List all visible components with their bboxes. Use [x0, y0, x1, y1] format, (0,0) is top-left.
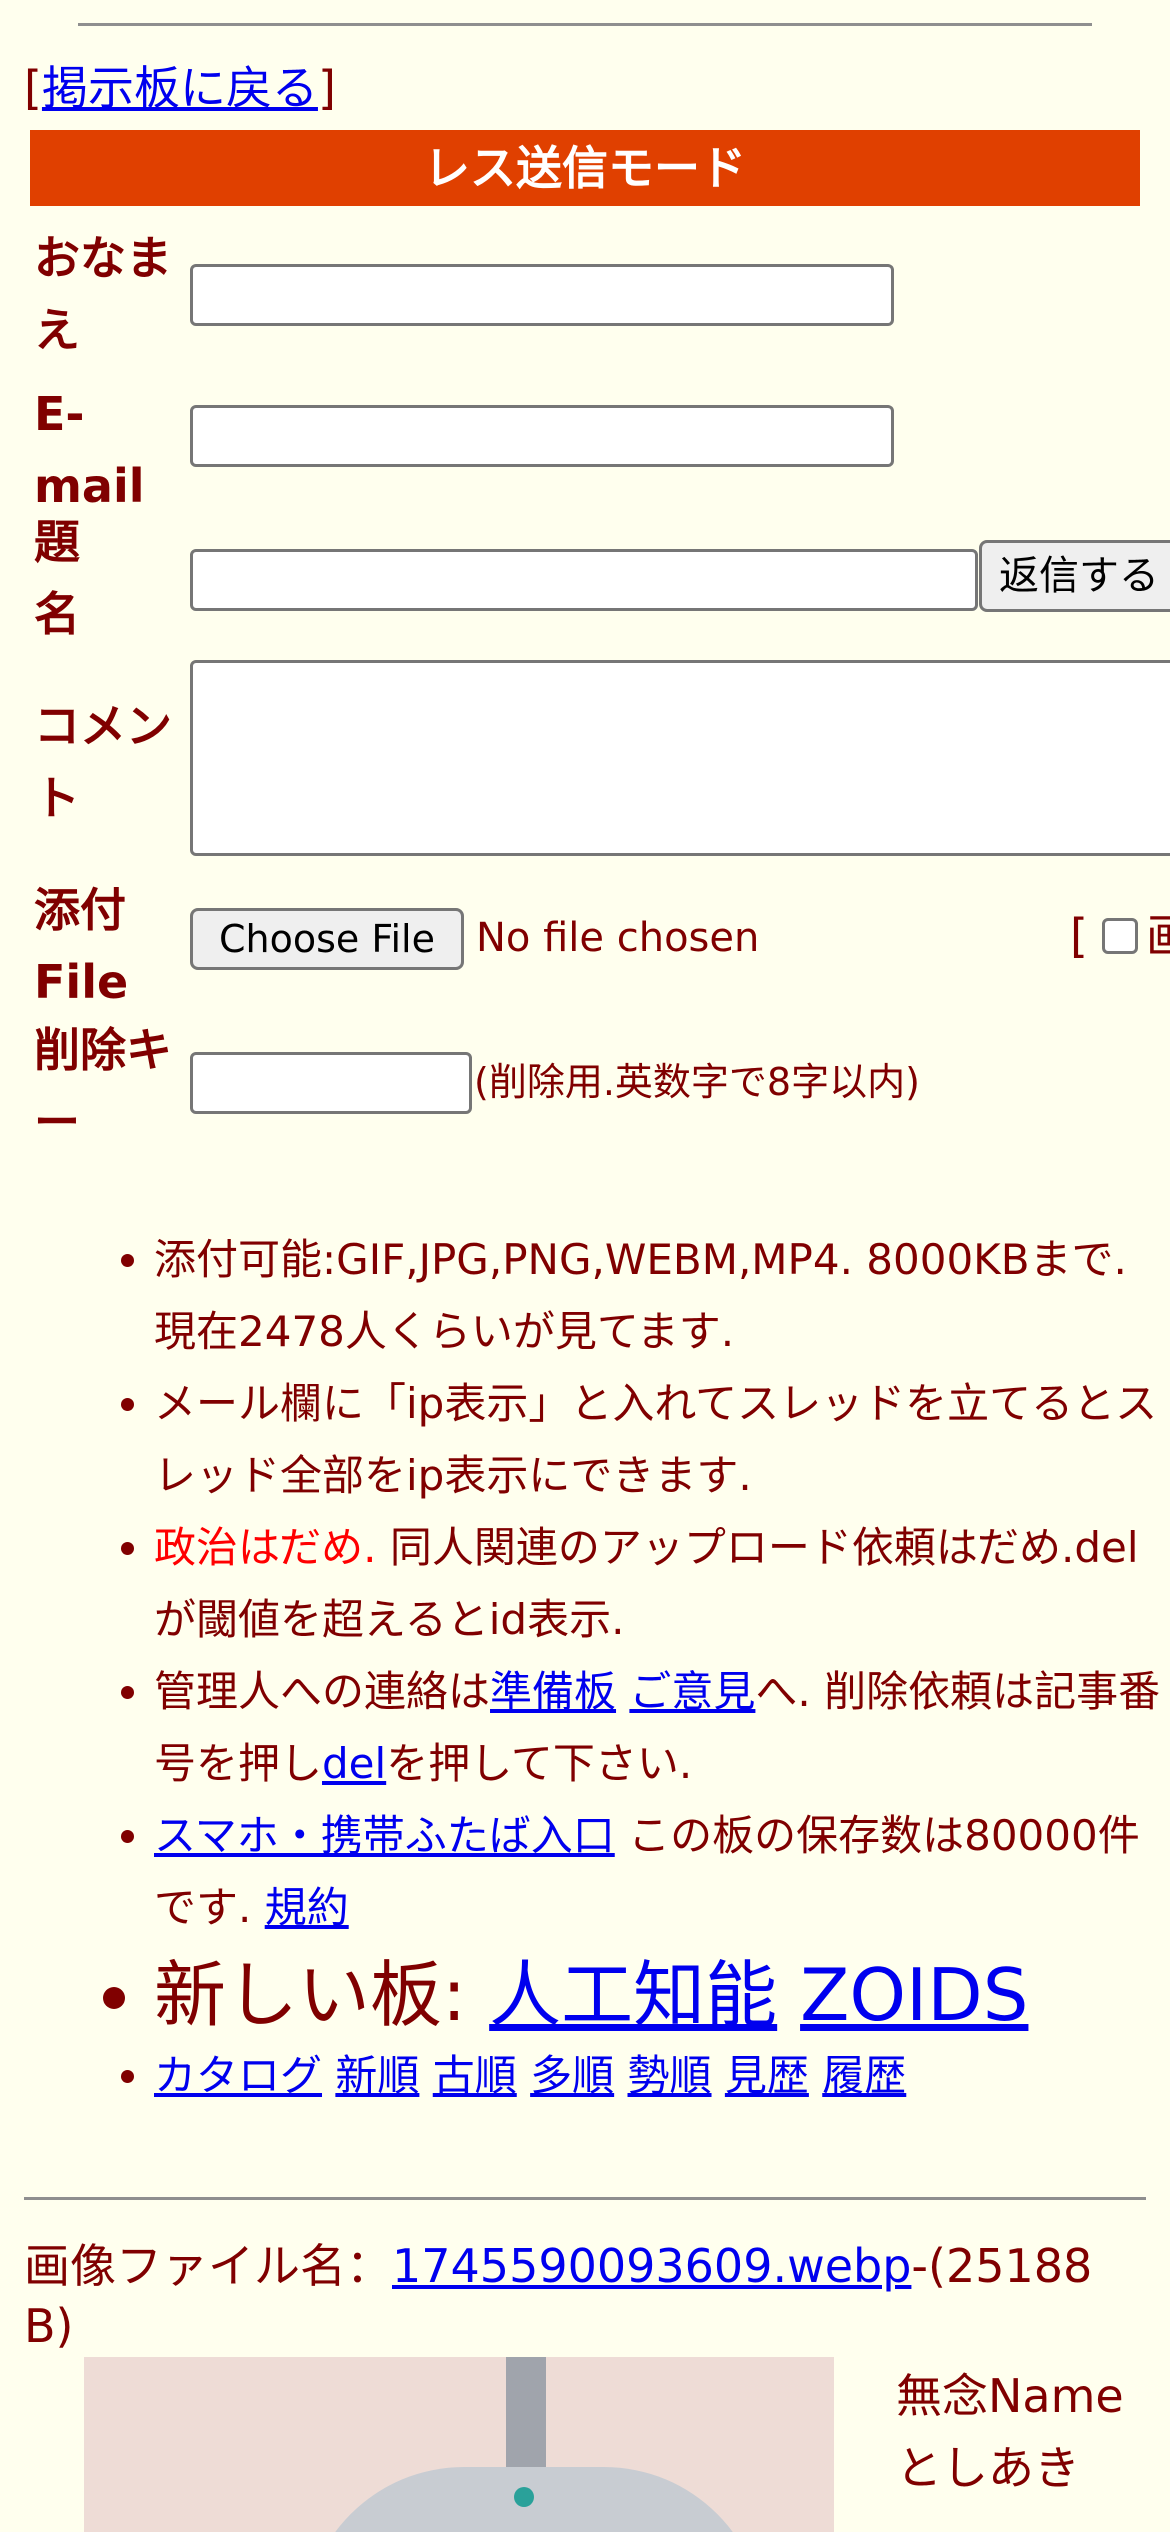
new-boards-label: 新しい板: [154, 1953, 490, 2037]
thumbnail-figure-gem [514, 2487, 534, 2507]
subject-input[interactable] [190, 549, 978, 611]
rule-new-boards: 新しい板: 人工知能 ZOIDS [154, 1950, 1170, 2040]
post-header: 無念Name としあき [896, 2360, 1124, 2504]
rule-politics: 政治はだめ. 同人関連のアップロード依頼はだめ.delが閾値を超えるとid表示. [154, 1512, 1170, 1656]
reply-mode-title: レス送信モード [30, 130, 1140, 206]
nav-momentum[interactable]: 勢順 [628, 2051, 712, 2100]
prep-board-link[interactable]: 準備板 [490, 1667, 616, 1716]
del-link[interactable]: del [322, 1739, 386, 1788]
top-divider [78, 23, 1092, 26]
rule-contact-text-c: を押して下さい. [386, 1739, 693, 1788]
rule-attachments: 添付可能:GIF,JPG,PNG,WEBM,MP4. 8000KBまで. 現在2… [154, 1224, 1170, 1368]
comment-label: コメン ト [34, 690, 184, 834]
nav-post-history[interactable]: 履歴 [822, 2051, 906, 2100]
back-to-board-link[interactable]: 掲示板に戻る [42, 61, 318, 115]
thumbnail-figure-head [304, 2467, 764, 2532]
subject-label: 題 名 [34, 506, 184, 650]
feedback-link[interactable]: ご意見 [629, 1667, 755, 1716]
nav-most-replies[interactable]: 多順 [530, 2051, 614, 2100]
nav-oldest[interactable]: 古順 [433, 2051, 517, 2100]
back-to-board: [掲示板に戻る] [24, 58, 336, 118]
rule-contact: 管理人への連絡は準備板 ご意見へ. 削除依頼は記事番号を押しdelを押して下さい… [154, 1656, 1170, 1800]
file-info-label: 画像ファイル名： [24, 2239, 392, 2293]
post-poster-name: としあき [896, 2441, 1080, 2495]
terms-link[interactable]: 規約 [265, 1883, 349, 1932]
nav-viewed-history[interactable]: 見歴 [725, 2051, 809, 2100]
rule-ip-display: メール欄に「ip表示」と入れてスレッドを立てるとスレッド全部をip表示にできます… [154, 1368, 1170, 1512]
name-label-line2: え [34, 303, 80, 357]
delete-key-note: (削除用.英数字で8字以内) [474, 1060, 920, 1104]
post-file-info: 画像ファイル名：1745590093609.webp-(25188 B) [24, 2236, 1154, 2356]
rule-politics-warning: 政治はだめ. [154, 1523, 377, 1572]
file-label-line2: File [34, 955, 129, 1009]
catalog-nav: カタログ 新順 古順 多順 勢順 見歴 履歴 [154, 2040, 1170, 2112]
file-label: 添付 File [34, 874, 184, 1018]
comment-textarea[interactable] [190, 660, 1170, 856]
thread-divider [24, 2197, 1146, 2200]
delete-key-label-line2: ー [34, 1095, 80, 1149]
board-rules-list: 添付可能:GIF,JPG,PNG,WEBM,MP4. 8000KBまで. 現在2… [0, 1224, 1170, 2112]
subject-label-line2: 名 [34, 587, 80, 641]
nav-catalog[interactable]: カタログ [154, 2051, 322, 2100]
post-subject-name: 無念Name [896, 2369, 1124, 2423]
name-label-line1: おなま [34, 231, 172, 285]
choose-file-button[interactable]: Choose File [190, 908, 464, 970]
bracket-close: ] [317, 61, 336, 115]
nav-newest[interactable]: 新順 [335, 2051, 419, 2100]
ai-board-link[interactable]: 人工知能 [489, 1953, 777, 2037]
delete-key-label-line1: 削除キ [34, 1023, 172, 1077]
no-file-text: No file chosen [476, 915, 760, 961]
subject-label-line1: 題 [34, 515, 80, 569]
zoids-board-link[interactable]: ZOIDS [800, 1953, 1028, 2037]
reply-submit-button[interactable]: 返信する [979, 540, 1170, 612]
file-label-line1: 添付 [34, 883, 126, 937]
name-label: おなま え [34, 222, 184, 366]
mobile-entrance-link[interactable]: スマホ・携帯ふたば入口 [154, 1811, 615, 1860]
delete-key-label: 削除キ ー [34, 1014, 184, 1158]
name-input[interactable] [190, 264, 894, 326]
delete-key-input[interactable] [190, 1052, 472, 1114]
rule-attachments-text: 添付可能:GIF,JPG,PNG,WEBM,MP4. 8000KBまで. 現在2… [154, 1235, 1127, 1356]
rule-ip-display-text: メール欄に「ip表示」と入れてスレッドを立てるとスレッド全部をip表示にできます… [154, 1379, 1158, 1500]
rule-mobile: スマホ・携帯ふたば入口 この板の保存数は80000件です. 規約 [154, 1800, 1170, 1944]
post-image-thumbnail[interactable] [84, 2357, 834, 2532]
file-name-link[interactable]: 1745590093609.webp [392, 2239, 911, 2293]
comment-label-line2: ト [34, 771, 80, 825]
image-option-bracket: [ [1070, 909, 1088, 963]
email-input[interactable] [190, 405, 894, 467]
email-label: E- mail [34, 378, 184, 522]
image-option-label: 画 [1146, 909, 1170, 963]
comment-label-line1: コメン [34, 699, 172, 753]
email-label-line1: E- [34, 387, 85, 441]
image-option-checkbox[interactable] [1102, 918, 1138, 954]
rule-contact-text-a: 管理人への連絡は [154, 1667, 491, 1716]
bracket-open: [ [24, 61, 42, 115]
